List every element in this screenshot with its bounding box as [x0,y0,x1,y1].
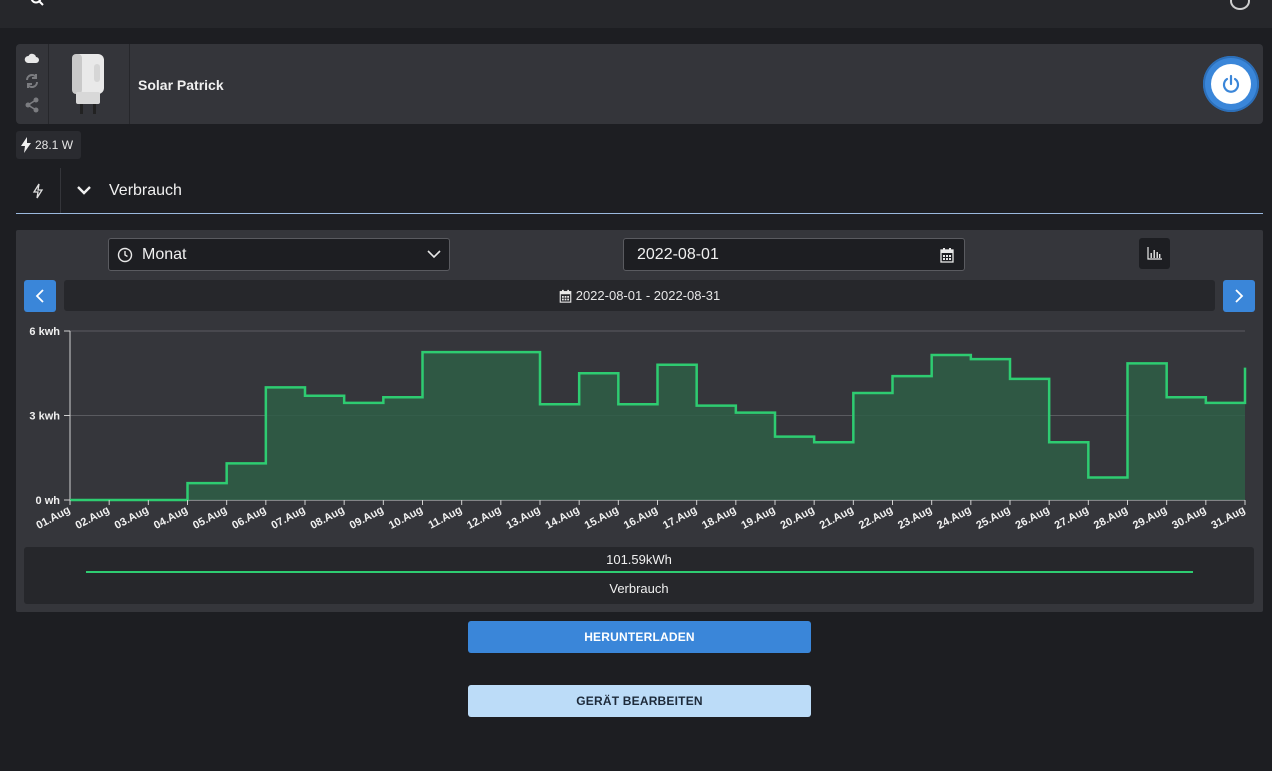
lightning-icon [32,183,44,199]
y-tick-label: 0 wh [36,495,61,507]
x-tick-label: 24.Aug [935,504,973,532]
x-tick-label: 07.Aug [269,504,307,532]
data-bar [540,404,579,500]
data-bar [1088,477,1127,500]
chevron-down-icon[interactable] [76,184,92,196]
divider [48,44,49,124]
data-bar [1167,397,1206,500]
power-button[interactable] [1203,56,1259,112]
power-button-face [1211,64,1251,104]
data-bar [1010,379,1049,500]
data-bar [893,376,932,500]
consumption-chart: 0 wh 3 kwh 6 kwh 01.Aug 02.Aug 03.Aug 04.Aug 05… [29,326,1247,532]
data-bar [501,352,540,500]
divider [129,44,130,124]
device-side-icons [16,44,48,124]
data-bar [658,365,697,500]
data-bar [1049,442,1088,500]
total-consumption: 101.59kWh [606,552,672,567]
data-bar [423,352,462,500]
x-tick-label: 08.Aug [309,504,347,532]
data-bar [932,355,971,500]
x-tick-label: 01.Aug [34,504,72,532]
data-bar [618,404,657,500]
plug-image [72,54,104,114]
data-bar [462,352,501,500]
power-badge: 28.1 W [16,131,82,159]
legend-series-name: Verbrauch [609,581,669,596]
y-tick-label: 3 kwh [29,411,60,423]
data-bar [344,403,383,500]
data-bar [579,373,618,500]
x-tick-label: 31.Aug [1209,504,1247,532]
cloud-icon [24,53,39,63]
device-card: Solar Patrick [16,44,1263,124]
power-value: 28.1 W [35,138,74,152]
data-bar [814,442,853,500]
x-tick-label: 16.Aug [622,504,660,532]
account-icon[interactable] [1230,0,1250,10]
x-tick-label: 03.Aug [113,504,151,532]
x-tick-label: 19.Aug [739,504,777,532]
x-tick-label: 13.Aug [504,504,542,532]
section-header[interactable]: Verbrauch [16,168,1263,214]
data-bar [188,483,227,500]
data-bar [383,397,422,500]
lightning-icon [21,137,31,153]
chart-legend-summary: 101.59kWh Verbrauch [24,547,1254,604]
x-tick-label: 28.Aug [1092,504,1130,532]
x-tick-label: 23.Aug [896,504,934,532]
x-tick-label: 25.Aug [974,504,1012,532]
power-icon [1222,74,1240,93]
x-tick-label: 02.Aug [74,504,112,532]
edit-device-button[interactable]: GERÄT BEARBEITEN [468,685,811,717]
data-bar [227,463,266,500]
x-tick-label: 27.Aug [1053,504,1091,532]
data-bar [1128,363,1167,500]
top-bar [0,0,1272,28]
x-tick-label: 14.Aug [544,504,582,532]
x-tick-label: 29.Aug [1131,504,1169,532]
x-tick-label: 15.Aug [583,504,621,532]
x-tick-label: 20.Aug [779,504,817,532]
back-icon[interactable] [30,0,46,6]
data-bar [775,437,814,500]
data-bar [853,393,892,500]
data-bar [305,396,344,500]
x-tick-label: 12.Aug [465,504,503,532]
x-tick-label: 21.Aug [818,504,856,532]
x-tick-label: 30.Aug [1170,504,1208,532]
x-tick-label: 18.Aug [700,504,738,532]
y-tick-label: 6 kwh [29,326,60,338]
divider [60,168,61,213]
x-tick-label: 26.Aug [1014,504,1052,532]
x-tick-label: 17.Aug [661,504,699,532]
x-tick-label: 11.Aug [427,504,464,532]
x-tick-label: 06.Aug [230,504,268,532]
download-button[interactable]: HERUNTERLADEN [468,621,811,653]
data-bar [266,387,305,500]
x-tick-label: 22.Aug [857,504,895,532]
legend-series-line [86,571,1193,573]
section-title: Verbrauch [109,182,182,199]
data-bar [697,406,736,500]
x-tick-label: 04.Aug [152,504,190,532]
sync-icon[interactable] [24,73,40,89]
share-icon[interactable] [24,97,40,113]
data-bar [736,413,775,500]
x-tick-label: 05.Aug [191,504,229,532]
device-name: Solar Patrick [138,77,224,93]
chart-panel: Monat 2022-08-01 2022-08-01 - 2022-08-31… [16,230,1263,612]
x-tick-label: 10.Aug [387,504,425,532]
data-bar [1206,403,1245,500]
data-bar [971,359,1010,500]
x-tick-label: 09.Aug [348,504,386,532]
